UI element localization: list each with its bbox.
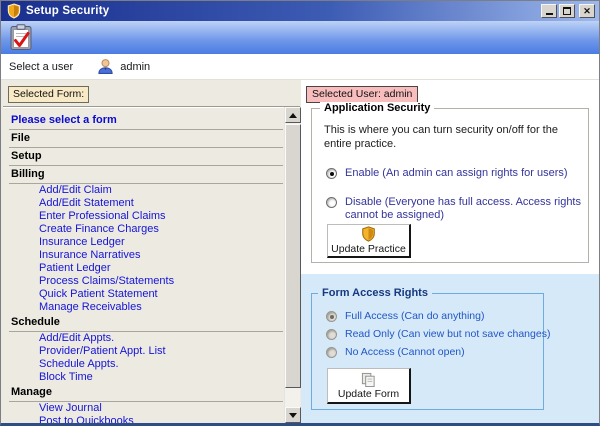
radio-option[interactable]: Full Access (Can do anything) xyxy=(326,310,543,323)
form-access-legend: Form Access Rights xyxy=(318,287,432,299)
selected-user-tag: Selected User: admin xyxy=(306,86,418,103)
radio-icon[interactable] xyxy=(326,168,337,179)
form-link[interactable]: Block Time xyxy=(9,371,283,384)
form-list-box: Please select a formFileSetupBillingAdd/… xyxy=(3,106,300,423)
radio-option[interactable]: No Access (Cannot open) xyxy=(326,346,543,359)
radio-label: Full Access (Can do anything) xyxy=(345,310,484,323)
select-user-label: Select a user xyxy=(9,61,73,73)
form-link[interactable]: Add/Edit Appts. xyxy=(9,332,283,345)
update-form-label: Update Form xyxy=(338,388,399,400)
form-link[interactable]: Insurance Ledger xyxy=(9,236,283,249)
form-header: Setup xyxy=(9,149,283,166)
application-security-options: Enable (An admin can assign rights for u… xyxy=(312,167,588,222)
toolbar xyxy=(1,21,599,54)
radio-icon[interactable] xyxy=(326,347,337,358)
scroll-down-icon xyxy=(289,413,297,418)
application-security-description: This is where you can turn security on/o… xyxy=(324,123,588,151)
radio-icon[interactable] xyxy=(326,311,337,322)
main-content: Selected Form: Please select a formFileS… xyxy=(1,80,599,423)
radio-icon[interactable] xyxy=(326,197,337,208)
form-link[interactable]: Post to Quickbooks xyxy=(9,415,283,423)
form-panel: Selected Form: Please select a formFileS… xyxy=(1,80,301,423)
form-link[interactable]: View Journal xyxy=(9,402,283,415)
radio-label: Disable (Everyone has full access. Acces… xyxy=(345,196,587,222)
form-list-scrollbar[interactable] xyxy=(284,107,300,423)
shield-icon xyxy=(361,226,376,242)
minimize-button[interactable] xyxy=(541,4,557,18)
scroll-up-button[interactable] xyxy=(285,107,301,123)
form-access-group: Form Access Rights Full Access (Can do a… xyxy=(311,293,544,410)
form-link[interactable]: Quick Patient Statement xyxy=(9,288,283,301)
maximize-icon xyxy=(563,7,571,15)
form-link[interactable]: Schedule Appts. xyxy=(9,358,283,371)
update-form-button[interactable]: Update Form xyxy=(327,368,411,404)
form-link[interactable]: Provider/Patient Appt. List xyxy=(9,345,283,358)
update-practice-button[interactable]: Update Practice xyxy=(327,224,411,258)
form-header: Billing xyxy=(9,167,283,184)
form-link[interactable]: Create Finance Charges xyxy=(9,223,283,236)
person-icon[interactable] xyxy=(97,58,114,75)
titlebar: Setup Security ✕ xyxy=(1,1,599,21)
form-header: File xyxy=(9,131,283,148)
user-bar: Select a user admin xyxy=(1,54,599,80)
form-link[interactable]: Insurance Narratives xyxy=(9,249,283,262)
scroll-up-icon xyxy=(289,113,297,118)
radio-label: Read Only (Can view but not save changes… xyxy=(345,328,550,341)
close-icon: ✕ xyxy=(580,5,594,17)
form-link[interactable]: Manage Receivables xyxy=(9,301,283,314)
selected-username[interactable]: admin xyxy=(120,61,150,73)
setup-security-window: Setup Security ✕ Select a user ad xyxy=(0,0,600,426)
security-panel: Selected User: admin Application Securit… xyxy=(301,80,599,423)
application-security-legend: Application Security xyxy=(320,102,434,114)
window-title: Setup Security xyxy=(26,5,541,17)
update-practice-label: Update Practice xyxy=(331,243,406,255)
selected-form-tag: Selected Form: xyxy=(8,86,89,103)
form-link[interactable]: Add/Edit Statement xyxy=(9,197,283,210)
form-link[interactable]: Enter Professional Claims xyxy=(9,210,283,223)
shield-icon xyxy=(7,3,21,19)
radio-option[interactable]: Enable (An admin can assign rights for u… xyxy=(326,167,588,180)
radio-label: No Access (Cannot open) xyxy=(345,346,465,359)
radio-option[interactable]: Disable (Everyone has full access. Acces… xyxy=(326,196,588,222)
form-access-options: Full Access (Can do anything) Read Only (… xyxy=(312,310,543,359)
close-button[interactable]: ✕ xyxy=(579,4,595,18)
maximize-button[interactable] xyxy=(559,4,575,18)
radio-option[interactable]: Read Only (Can view but not save changes… xyxy=(326,328,543,341)
clipboard-check-icon xyxy=(9,24,33,51)
form-link[interactable]: Add/Edit Claim xyxy=(9,184,283,197)
scroll-down-button[interactable] xyxy=(285,407,301,423)
application-security-group: Application Security This is where you c… xyxy=(311,108,589,263)
save-toolbar-button[interactable] xyxy=(6,23,36,53)
radio-icon[interactable] xyxy=(326,329,337,340)
form-title: Please select a form xyxy=(9,113,283,130)
minimize-icon xyxy=(546,10,553,15)
form-list: Please select a formFileSetupBillingAdd/… xyxy=(3,107,283,423)
form-header: Manage xyxy=(9,385,283,402)
scrollbar-thumb[interactable] xyxy=(285,124,301,388)
form-link[interactable]: Patient Ledger xyxy=(9,262,283,275)
form-link[interactable]: Process Claims/Statements xyxy=(9,275,283,288)
form-access-section: Form Access Rights Full Access (Can do a… xyxy=(301,274,599,423)
copy-pages-icon xyxy=(361,372,376,387)
radio-label: Enable (An admin can assign rights for u… xyxy=(345,167,568,180)
form-header: Schedule xyxy=(9,315,283,332)
